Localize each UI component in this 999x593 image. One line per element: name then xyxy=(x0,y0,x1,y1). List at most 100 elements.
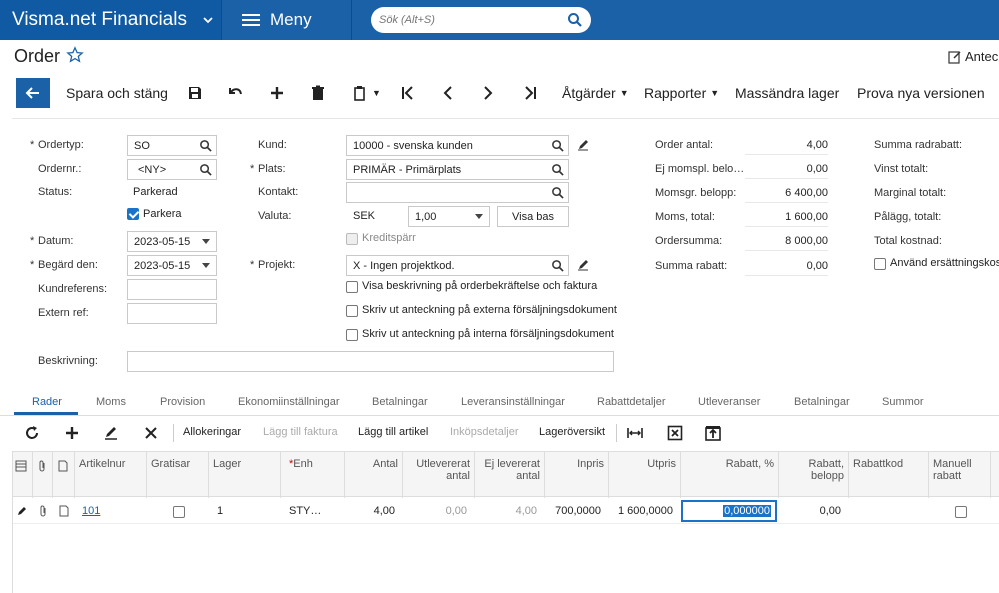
cell-item-link[interactable]: 101 xyxy=(82,505,100,517)
description-field[interactable] xyxy=(127,351,614,372)
tab-rader[interactable]: Rader xyxy=(32,396,62,408)
search-icon[interactable] xyxy=(199,139,212,152)
edit-pencil-icon[interactable] xyxy=(103,425,119,441)
note-icon[interactable] xyxy=(58,505,70,517)
date-field[interactable]: 2023-05-15 xyxy=(127,231,217,252)
ordernr-field[interactable]: <NY> xyxy=(127,159,217,180)
custref-field[interactable] xyxy=(127,279,217,300)
previous-record-button[interactable] xyxy=(440,76,456,110)
col-discount-code[interactable]: Rabattkod xyxy=(849,452,929,498)
col-price[interactable]: Utpris xyxy=(609,452,681,498)
contact-field[interactable] xyxy=(346,182,569,203)
search-icon[interactable] xyxy=(551,163,564,176)
refresh-icon[interactable] xyxy=(24,425,40,441)
tab-shipments[interactable]: Utleveranser xyxy=(698,396,760,408)
notes-button[interactable]: Antec xyxy=(948,49,998,64)
next-record-button[interactable] xyxy=(480,76,496,110)
row-edit-pencil-icon[interactable] xyxy=(17,506,27,516)
try-new-version-button[interactable]: Prova nya versionen xyxy=(857,76,985,110)
cell-qty[interactable]: 4,00 xyxy=(345,505,395,517)
plus-icon[interactable] xyxy=(64,425,80,441)
company-switcher[interactable]: Visma.net Financials xyxy=(0,0,222,40)
ordertype-field[interactable]: SO xyxy=(127,135,217,156)
search-icon[interactable] xyxy=(551,186,564,199)
col-shipped[interactable]: Utlevererat antal xyxy=(403,452,475,498)
search-icon[interactable] xyxy=(567,12,583,28)
upload-icon[interactable] xyxy=(705,425,721,441)
save-close-button[interactable]: Spara och stäng xyxy=(66,76,168,110)
col-not-shipped[interactable]: Ej levererat antal xyxy=(475,452,545,498)
col-discount-amount[interactable]: Rabatt, belopp xyxy=(779,452,849,498)
search-icon[interactable] xyxy=(551,259,564,272)
hamburger-icon xyxy=(242,11,260,29)
edit-pencil-icon[interactable] xyxy=(577,139,589,151)
cell-cost[interactable]: 700,0000 xyxy=(545,505,601,517)
mass-update-button[interactable]: Massändra lager xyxy=(735,76,839,110)
cell-price[interactable]: 1 600,0000 xyxy=(609,505,673,517)
project-field[interactable]: X - Ingen projektkod. xyxy=(346,255,569,276)
tab-payments-2[interactable]: Betalningar xyxy=(794,396,850,408)
col-cost[interactable]: Inpris xyxy=(545,452,609,498)
save-button[interactable] xyxy=(187,76,203,110)
fit-columns-icon[interactable] xyxy=(627,425,643,441)
col-warehouse[interactable]: Lager xyxy=(209,452,281,498)
back-button[interactable] xyxy=(16,78,50,108)
actions-menu[interactable]: Åtgärder ▼ xyxy=(562,76,629,110)
exchange-rate-field[interactable]: 1,00 xyxy=(408,206,490,227)
add-item-button[interactable]: Lägg till artikel xyxy=(358,426,428,438)
tab-financial-settings[interactable]: Ekonomiinställningar xyxy=(238,396,340,408)
favorite-star-icon[interactable] xyxy=(66,46,84,64)
tab-discount-details[interactable]: Rabattdetaljer xyxy=(597,396,666,408)
col-manual-discount[interactable]: Manuell rabatt xyxy=(929,452,991,498)
cell-warehouse[interactable]: 1 xyxy=(217,505,223,517)
col-discount-pct[interactable]: Rabatt, % xyxy=(681,452,779,498)
dropdown-arrow-icon[interactable] xyxy=(202,239,210,244)
cell-unit[interactable]: STY… xyxy=(289,505,321,517)
tab-totals[interactable]: Summor xyxy=(882,396,924,408)
main-menu-button[interactable]: Meny xyxy=(222,0,352,40)
table-row[interactable]: 101 1 STY… 4,00 0,00 4,00 700,0000 1 600… xyxy=(13,498,999,524)
global-search[interactable] xyxy=(371,7,591,33)
print-external-note-checkbox[interactable] xyxy=(346,305,358,317)
dropdown-arrow-icon[interactable] xyxy=(475,214,483,219)
cell-manual-discount-checkbox[interactable] xyxy=(955,506,967,518)
grid-settings-icon[interactable] xyxy=(13,452,33,498)
requested-date-field[interactable]: 2023-05-15 xyxy=(127,255,217,276)
extref-field[interactable] xyxy=(127,303,217,324)
cell-free-checkbox[interactable] xyxy=(173,506,185,518)
delete-button[interactable] xyxy=(310,76,326,110)
col-qty[interactable]: Antal xyxy=(345,452,403,498)
print-internal-note-checkbox[interactable] xyxy=(346,329,358,341)
last-record-button[interactable] xyxy=(522,76,538,110)
search-icon[interactable] xyxy=(551,139,564,152)
show-desc-checkbox[interactable] xyxy=(346,281,358,293)
allocations-button[interactable]: Allokeringar xyxy=(183,426,241,438)
park-checkbox[interactable] xyxy=(127,208,139,220)
reports-menu[interactable]: Rapporter ▼ xyxy=(644,76,719,110)
show-base-button[interactable]: Visa bas xyxy=(497,206,569,227)
tab-provision[interactable]: Provision xyxy=(160,396,205,408)
search-icon[interactable] xyxy=(199,163,212,176)
col-item[interactable]: Artikelnur xyxy=(75,452,147,498)
search-input[interactable] xyxy=(379,14,567,26)
edit-pencil-icon[interactable] xyxy=(577,259,589,271)
copy-paste-menu[interactable]: ▼ xyxy=(352,76,381,110)
discount-pct-input[interactable]: 0,000000 xyxy=(681,500,777,522)
first-record-button[interactable] xyxy=(400,76,416,110)
customer-field[interactable]: 10000 - svenska kunden xyxy=(346,135,569,156)
col-unit[interactable]: *Enh xyxy=(281,452,345,498)
stock-overview-button[interactable]: Lageröversikt xyxy=(539,426,605,438)
undo-button[interactable] xyxy=(228,76,244,110)
close-icon[interactable] xyxy=(143,425,159,441)
add-button[interactable] xyxy=(269,76,285,110)
cell-discount-amount[interactable]: 0,00 xyxy=(779,505,841,517)
tab-payments[interactable]: Betalningar xyxy=(372,396,428,408)
attachment-icon[interactable] xyxy=(37,505,49,517)
excel-export-icon[interactable] xyxy=(667,425,683,441)
tab-shipping-settings[interactable]: Leveransinställningar xyxy=(461,396,565,408)
replacement-cost-checkbox[interactable] xyxy=(874,258,886,270)
dropdown-arrow-icon[interactable] xyxy=(202,263,210,268)
col-free[interactable]: Gratisar xyxy=(147,452,209,498)
tab-moms[interactable]: Moms xyxy=(96,396,126,408)
location-field[interactable]: PRIMÄR - Primärplats xyxy=(346,159,569,180)
